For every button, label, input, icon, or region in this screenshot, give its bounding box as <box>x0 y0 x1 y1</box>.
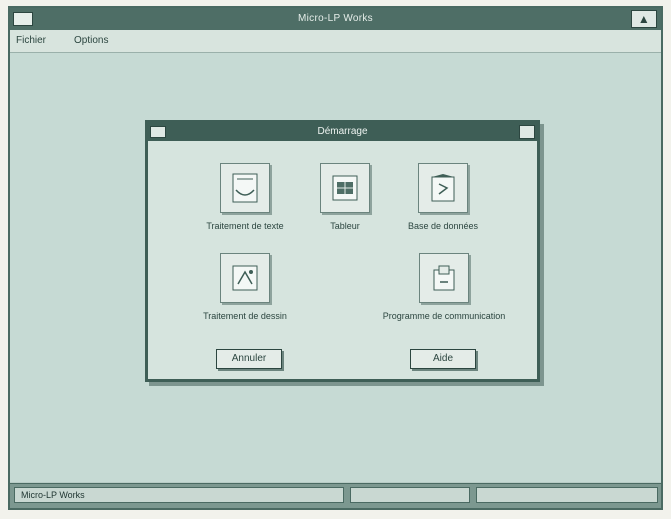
tool-communication[interactable]: Programme de communication <box>374 253 514 321</box>
status-bar: Micro-LP Works <box>10 483 661 508</box>
status-field-right <box>476 487 658 503</box>
drawing-icon <box>220 253 270 303</box>
dialog-maximize-button[interactable] <box>519 125 535 139</box>
communication-icon <box>419 253 469 303</box>
dialog-system-menu-button[interactable] <box>150 126 166 138</box>
title-bar[interactable]: Micro-LP Works ▲ <box>10 8 661 30</box>
dialog-title-bar[interactable]: Démarrage <box>148 123 537 141</box>
cancel-button[interactable]: Annuler <box>216 349 282 369</box>
tool-drawing[interactable]: Traitement de dessin <box>190 253 300 321</box>
system-menu-button[interactable] <box>13 12 33 26</box>
tool-spreadsheet[interactable]: Tableur <box>290 163 400 231</box>
tool-label: Traitement de dessin <box>203 311 287 321</box>
maximize-icon: ▲ <box>637 12 651 26</box>
tool-database[interactable]: Base de données <box>388 163 498 231</box>
maximize-button[interactable]: ▲ <box>631 10 657 28</box>
spreadsheet-icon <box>320 163 370 213</box>
tool-label: Programme de communication <box>382 311 506 321</box>
window-title: Micro-LP Works <box>298 13 373 24</box>
document-icon <box>220 163 270 213</box>
status-field-mid <box>350 487 470 503</box>
tool-label: Base de données <box>407 221 479 231</box>
status-field-main: Micro-LP Works <box>14 487 344 503</box>
menu-item-options[interactable]: Options <box>74 35 108 46</box>
database-icon <box>418 163 468 213</box>
status-text: Micro-LP Works <box>21 490 85 500</box>
menu-bar: Fichier Options <box>10 30 661 53</box>
tool-word-processor[interactable]: Traitement de texte <box>190 163 300 231</box>
startup-dialog: Démarrage Traitement de texte Tableur Ba… <box>145 120 540 382</box>
tool-label: Traitement de texte <box>206 221 284 231</box>
help-button[interactable]: Aide <box>410 349 476 369</box>
menu-item-fichier[interactable]: Fichier <box>16 35 46 46</box>
tool-label: Tableur <box>330 221 360 231</box>
dialog-title: Démarrage <box>317 126 368 137</box>
